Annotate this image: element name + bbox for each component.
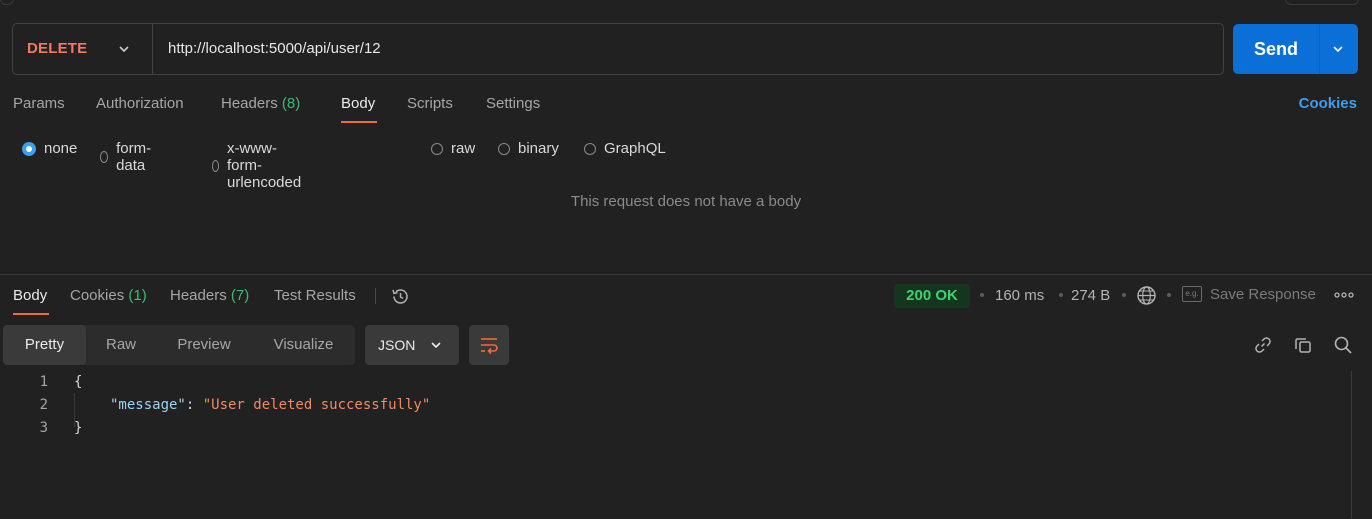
tab-settings[interactable]: Settings (486, 95, 540, 112)
active-response-tab-underline (13, 313, 49, 315)
json-colon: : (185, 397, 203, 413)
radio-icon (100, 151, 109, 163)
tab-headers[interactable]: Headers (8) (221, 95, 300, 112)
tab-authorization[interactable]: Authorization (96, 95, 184, 112)
tab-params[interactable]: Params (13, 95, 65, 112)
line-number: 3 (39, 420, 48, 436)
wrap-icon (479, 335, 499, 355)
radio-graphql[interactable]: GraphQL (584, 140, 666, 157)
tab-scripts[interactable]: Scripts (407, 95, 453, 112)
send-divider (1319, 24, 1320, 74)
response-tab-headers-count: (7) (230, 287, 250, 304)
response-tab-body[interactable]: Body (13, 287, 47, 304)
json-string-value: "User deleted successfully" (202, 397, 431, 413)
format-select-label: JSON (378, 337, 416, 353)
radio-icon (498, 142, 510, 155)
radio-graphql-label: GraphQL (604, 140, 666, 157)
radio-binary-label: binary (518, 140, 559, 157)
meta-separator-dot (1059, 293, 1063, 297)
response-size[interactable]: 274 B (1071, 287, 1110, 304)
indent-guide (74, 393, 75, 427)
tab-body[interactable]: Body (341, 95, 375, 112)
save-response-button[interactable]: Save Response (1210, 286, 1316, 303)
radio-x-www-form-urlencoded[interactable]: x-www-form-urlencoded (212, 140, 306, 191)
meta-separator-dot (1167, 293, 1171, 297)
url-bar: DELETE http://localhost:5000/api/user/12 (12, 23, 1224, 75)
chevron-down-icon (429, 338, 443, 352)
pane-divider[interactable] (0, 274, 1372, 275)
link-icon[interactable] (1253, 335, 1273, 355)
view-mode-pretty[interactable]: Pretty (3, 325, 86, 365)
response-tab-cookies-count: (1) (128, 287, 147, 304)
send-button[interactable]: Send (1233, 24, 1358, 74)
code-close-brace: } (74, 420, 83, 436)
tab-headers-label: Headers (221, 95, 278, 112)
radio-form-data[interactable]: form-data (100, 140, 155, 174)
response-tab-headers[interactable]: Headers (7) (170, 287, 249, 304)
meta-separator-dot (980, 293, 984, 297)
more-icon[interactable] (1334, 290, 1354, 300)
radio-raw[interactable]: raw (431, 140, 475, 157)
top-stub-left (0, 0, 14, 5)
scrollbar[interactable] (1351, 371, 1352, 519)
format-select[interactable]: JSON (365, 325, 459, 365)
method-select[interactable]: DELETE (27, 24, 87, 74)
view-mode-raw[interactable]: Raw (86, 325, 156, 365)
radio-binary[interactable]: binary (498, 140, 559, 157)
send-label: Send (1253, 39, 1298, 59)
search-icon[interactable] (1333, 335, 1353, 355)
url-input[interactable]: http://localhost:5000/api/user/12 (168, 24, 381, 74)
line-number: 1 (39, 374, 48, 390)
tab-headers-count: (8) (281, 95, 301, 112)
code-open-brace: { (74, 374, 83, 390)
chevron-down-icon[interactable] (1331, 42, 1345, 56)
empty-body-message: This request does not have a body (570, 193, 802, 210)
radio-urlencoded-label: x-www-form-urlencoded (226, 140, 302, 191)
radio-icon (212, 159, 219, 172)
radio-none[interactable]: none (22, 140, 77, 157)
view-mode-visualize[interactable]: Visualize (252, 325, 355, 365)
radio-selected-icon (22, 141, 36, 156)
view-mode-segmented-control: Pretty Raw Preview Visualize (3, 325, 355, 365)
response-time[interactable]: 160 ms (995, 287, 1044, 304)
code-line-message: "message": "User deleted successfully" (110, 397, 430, 413)
globe-icon[interactable] (1136, 285, 1157, 306)
view-mode-preview[interactable]: Preview (156, 325, 252, 365)
radio-raw-label: raw (451, 140, 476, 157)
response-tab-headers-label: Headers (170, 287, 227, 304)
copy-icon[interactable] (1293, 335, 1313, 355)
radio-icon (584, 142, 596, 155)
meta-separator-dot (1122, 293, 1126, 297)
radio-none-label: none (44, 140, 78, 157)
chevron-down-icon[interactable] (117, 42, 131, 56)
tab-separator (375, 288, 376, 304)
cookies-link[interactable]: Cookies (1299, 95, 1357, 112)
radio-icon (431, 142, 443, 155)
save-icon: e.g. (1182, 286, 1202, 302)
radio-form-data-label: form-data (116, 140, 152, 174)
line-number: 2 (39, 397, 48, 413)
active-tab-underline (341, 121, 377, 123)
top-stub-right (1285, 0, 1359, 5)
history-icon[interactable] (390, 286, 411, 307)
url-divider (152, 24, 153, 74)
status-badge[interactable]: 200 OK (894, 284, 970, 308)
wrap-lines-button[interactable] (469, 325, 509, 365)
response-tab-cookies-label: Cookies (70, 287, 125, 304)
response-tab-cookies[interactable]: Cookies (1) (70, 287, 147, 304)
response-tab-test-results[interactable]: Test Results (274, 287, 356, 304)
json-key: "message" (110, 397, 186, 413)
